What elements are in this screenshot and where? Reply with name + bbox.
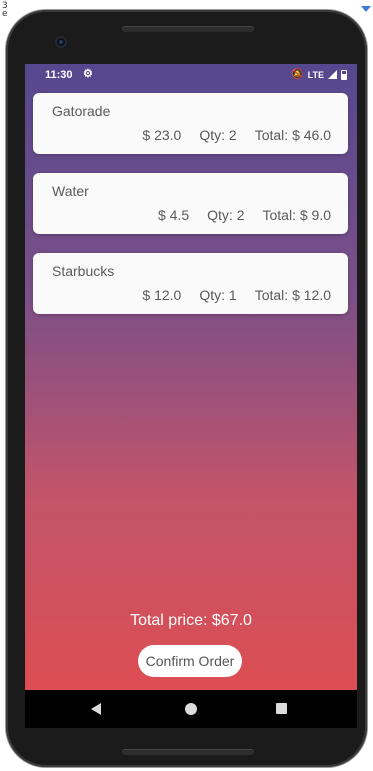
item-name: Starbucks [52,263,115,279]
corner-text-line-2: e [2,9,8,19]
item-name: Gatorade [52,103,111,119]
item-qty: Qty: 2 [207,207,245,223]
status-time: 11:30 [45,69,73,81]
total-price: Total price: $67.0 [130,612,252,629]
order-item-card[interactable]: Starbucks $ 12.0 Qty: 1 Total: $ 12.0 [33,253,348,314]
item-qty: Qty: 1 [199,287,237,303]
item-price: $ 12.0 [142,287,182,303]
item-total: Total: $ 12.0 [254,287,331,303]
mute-icon: 🔕 [291,69,304,80]
corner-text: 3 e [2,2,8,19]
item-qty: Qty: 2 [199,127,237,143]
item-details: $ 23.0 Qty: 2 Total: $ 46.0 [142,127,331,143]
confirm-order-button[interactable]: Confirm Order [138,645,242,677]
item-price: $ 23.0 [142,127,182,143]
app-screen: 11:30 ⚙ 🔕 LTE Gatorade $ 23.0 Qty: 2 Tot… [25,64,357,728]
front-camera [55,36,67,48]
item-details: $ 4.5 Qty: 2 Total: $ 9.0 [158,207,331,223]
status-icons: 🔕 LTE [291,69,347,80]
recents-icon[interactable] [276,703,287,714]
status-bar: 11:30 ⚙ 🔕 LTE [25,64,357,86]
order-item-card[interactable]: Water $ 4.5 Qty: 2 Total: $ 9.0 [33,173,348,234]
back-icon[interactable] [91,703,101,715]
item-name: Water [52,183,89,199]
dropdown-arrow-icon[interactable] [361,6,371,12]
battery-icon [341,69,347,80]
home-icon[interactable] [185,703,197,715]
order-item-card[interactable]: Gatorade $ 23.0 Qty: 2 Total: $ 46.0 [33,93,348,154]
item-details: $ 12.0 Qty: 1 Total: $ 12.0 [142,287,331,303]
network-type: LTE [307,69,324,80]
signal-icon [328,70,337,79]
navigation-bar [25,690,357,728]
item-total: Total: $ 46.0 [254,127,331,143]
item-price: $ 4.5 [158,207,190,223]
gear-icon: ⚙ [83,68,93,80]
item-total: Total: $ 9.0 [262,207,332,223]
top-speaker [122,26,254,32]
bottom-speaker [122,749,254,755]
